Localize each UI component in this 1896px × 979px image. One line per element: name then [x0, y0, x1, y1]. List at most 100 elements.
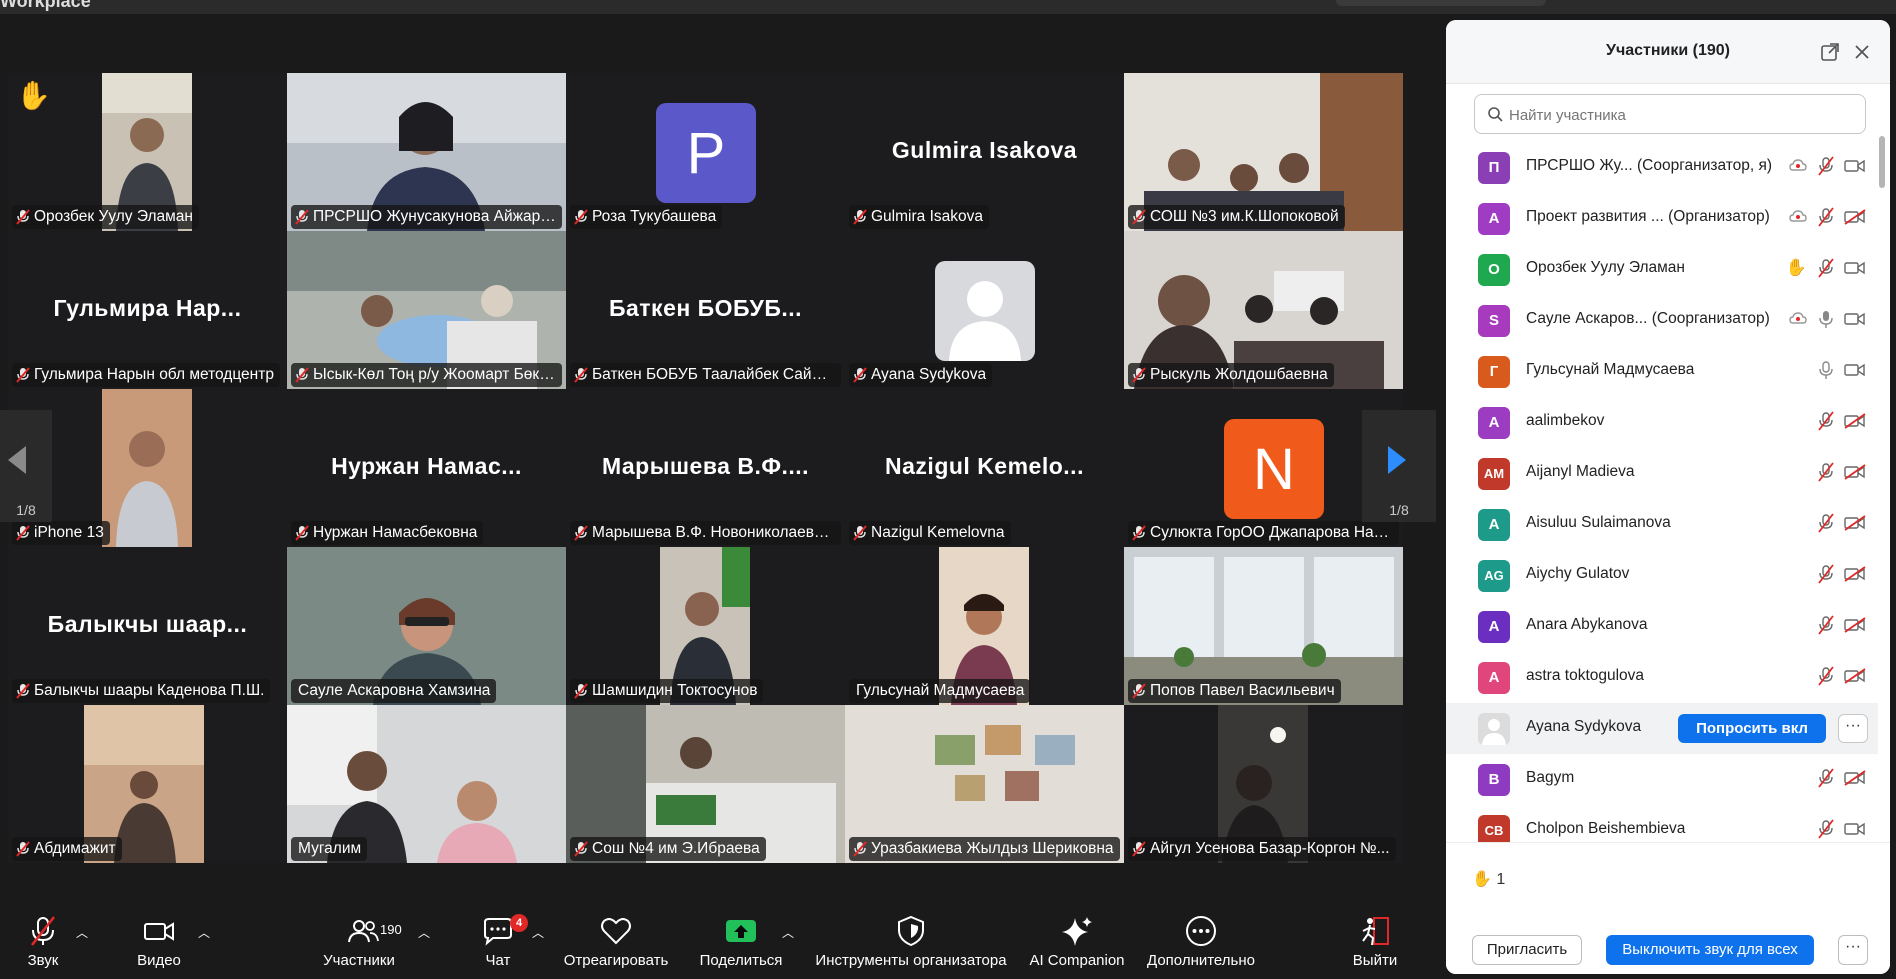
- video-camera-icon: [144, 922, 174, 941]
- search-input[interactable]: [1509, 104, 1849, 126]
- video-options-chevron-up-icon[interactable]: ︿: [198, 924, 210, 941]
- muted-mic-icon: [574, 367, 588, 383]
- react-button[interactable]: Отреагировать: [562, 914, 670, 976]
- participant-avatar: N: [1224, 419, 1324, 519]
- video-tile[interactable]: Ысык-Көл Тоң р/у Жоомарт Бөкө...: [287, 231, 566, 389]
- video-tile[interactable]: Нуржан Намас... Нуржан Намасбековна: [287, 389, 566, 547]
- cloud-recording-icon: [1789, 159, 1807, 171]
- ai-companion-button[interactable]: AI Companion: [1028, 914, 1126, 976]
- muted-mic-icon[interactable]: [1817, 258, 1834, 278]
- participant-role: (Организатор): [1668, 208, 1770, 225]
- video-tile[interactable]: Балыкчы шаар... Балыкчы шаары Каденова П…: [8, 547, 287, 705]
- video-tile[interactable]: СОШ №3 им.К.Шопоковой: [1124, 73, 1403, 231]
- more-button[interactable]: Дополнительно: [1144, 914, 1258, 976]
- panel-more-button[interactable]: ···: [1838, 935, 1868, 965]
- video-tile[interactable]: Шамшидин Токтосунов: [566, 547, 845, 705]
- next-page-button[interactable]: 1/8: [1362, 410, 1436, 522]
- participant-row[interactable]: П ПРСРШО Жу... (Соорганизатор, я): [1446, 142, 1878, 193]
- close-icon[interactable]: [1852, 42, 1872, 62]
- participant-row[interactable]: A astra toktogulova: [1446, 652, 1878, 703]
- previous-page-button[interactable]: 1/8: [0, 410, 52, 522]
- participant-row[interactable]: О Орозбек Уулу Эламан ✋: [1446, 244, 1878, 295]
- participants-options-chevron-up-icon[interactable]: ︿: [418, 924, 430, 941]
- participant-search[interactable]: [1474, 94, 1866, 134]
- video-tile[interactable]: Nazigul Kemelo... Nazigul Kemelovna: [845, 389, 1124, 547]
- participant-row[interactable]: CB Cholpon Beishembieva: [1446, 805, 1878, 842]
- video-tile[interactable]: Марышева В.Ф.... Марышева В.Ф. Новоникол…: [566, 389, 845, 547]
- muted-mic-icon[interactable]: [1817, 768, 1834, 788]
- audio-button[interactable]: Звук: [20, 914, 66, 976]
- video-tile[interactable]: Рыскуль Жолдошбаевна: [1124, 231, 1403, 389]
- participant-row[interactable]: A Aisuluu Sulaimanova: [1446, 499, 1878, 550]
- muted-mic-icon[interactable]: [1817, 156, 1834, 176]
- chat-options-chevron-up-icon[interactable]: ︿: [532, 924, 544, 941]
- video-off-icon[interactable]: [1844, 617, 1866, 633]
- participant-row[interactable]: AM Aijanyl Madieva: [1446, 448, 1878, 499]
- video-tile[interactable]: Gulmira Isakova Gulmira Isakova: [845, 73, 1124, 231]
- participant-avatar: П: [1478, 152, 1510, 184]
- participant-row[interactable]: A aalimbekov: [1446, 397, 1878, 448]
- share-screen-button[interactable]: Поделиться: [698, 914, 784, 976]
- audio-options-chevron-up-icon[interactable]: ︿: [76, 924, 88, 941]
- participant-row[interactable]: AG Aiychy Gulatov: [1446, 550, 1878, 601]
- video-tile[interactable]: Айгул Усенова Базар-Коргон №...: [1124, 705, 1403, 863]
- video-tile[interactable]: Сош №4 им Э.Ибраева: [566, 705, 845, 863]
- video-tile[interactable]: Гульмира Нар... Гульмира Нарын обл метод…: [8, 231, 287, 389]
- share-options-chevron-up-icon[interactable]: ︿: [782, 924, 794, 941]
- video-off-icon[interactable]: [1844, 413, 1866, 429]
- muted-mic-icon[interactable]: [1817, 564, 1834, 584]
- video-tile[interactable]: Гульсунай Мадмусаева: [845, 547, 1124, 705]
- video-tile[interactable]: ПРСРШО Жунусакунова Айжарк...: [287, 73, 566, 231]
- video-off-icon[interactable]: [1844, 209, 1866, 225]
- video-camera-icon[interactable]: [1844, 260, 1866, 276]
- participants-panel-header: Участники (190): [1446, 20, 1890, 84]
- leave-button[interactable]: Выйти: [1352, 914, 1398, 976]
- video-tile[interactable]: Мугалим: [287, 705, 566, 863]
- video-camera-icon[interactable]: [1844, 362, 1866, 378]
- participant-label: СОШ №3 им.К.Шопоковой: [1128, 205, 1345, 229]
- muted-mic-icon[interactable]: [1817, 819, 1834, 839]
- video-tile[interactable]: ✋ Орозбек Уулу Эламан: [8, 73, 287, 231]
- muted-mic-icon[interactable]: [1817, 615, 1834, 635]
- video-off-icon[interactable]: [1844, 668, 1866, 684]
- muted-mic-icon: [295, 525, 309, 541]
- muted-mic-icon[interactable]: [1817, 462, 1834, 482]
- video-camera-icon[interactable]: [1844, 158, 1866, 174]
- video-off-icon[interactable]: [1844, 770, 1866, 786]
- participant-row[interactable]: Ayana Sydykova Попросить вкл ···: [1446, 703, 1878, 754]
- muted-mic-icon[interactable]: [1817, 207, 1834, 227]
- muted-mic-icon[interactable]: [1817, 666, 1834, 686]
- host-tools-button[interactable]: Инструменты организатора: [812, 914, 1010, 976]
- muted-mic-icon[interactable]: [1817, 513, 1834, 533]
- video-off-icon[interactable]: [1844, 464, 1866, 480]
- video-tile[interactable]: Ayana Sydykova: [845, 231, 1124, 389]
- participant-avatar: Г: [1478, 356, 1510, 388]
- video-tile[interactable]: Попов Павел Васильевич: [1124, 547, 1403, 705]
- participant-more-button[interactable]: ···: [1838, 714, 1868, 743]
- mic-icon[interactable]: [1818, 309, 1834, 329]
- mute-all-button[interactable]: Выключить звук для всех: [1606, 935, 1814, 965]
- mic-icon[interactable]: [1818, 360, 1834, 380]
- participant-row[interactable]: A Anara Abykanova: [1446, 601, 1878, 652]
- ask-to-unmute-button[interactable]: Попросить вкл: [1678, 714, 1826, 743]
- participant-row[interactable]: B Bagym: [1446, 754, 1878, 805]
- participant-row[interactable]: S Сауле Аскаров... (Соорганизатор): [1446, 295, 1878, 346]
- invite-button[interactable]: Пригласить: [1472, 935, 1582, 965]
- video-tile[interactable]: P Роза Тукубашева: [566, 73, 845, 231]
- video-tile[interactable]: Баткен БОБУБ... Баткен БОБУБ Таалайбек С…: [566, 231, 845, 389]
- video-button[interactable]: Видео: [134, 914, 184, 976]
- video-tile[interactable]: Уразбакиева Жылдыз Шериковна: [845, 705, 1124, 863]
- video-camera-icon[interactable]: [1844, 311, 1866, 327]
- muted-mic-icon[interactable]: [1817, 411, 1834, 431]
- scrollbar-thumb[interactable]: [1879, 136, 1885, 188]
- video-tile-active-speaker[interactable]: Сауле Аскаровна Хамзина: [287, 547, 566, 705]
- video-camera-icon[interactable]: [1844, 821, 1866, 837]
- participant-row[interactable]: А Проект развития ... (Организатор): [1446, 193, 1878, 244]
- video-off-icon[interactable]: [1844, 515, 1866, 531]
- pop-out-icon[interactable]: [1820, 42, 1840, 62]
- participant-list-scrollbar[interactable]: [1878, 132, 1886, 712]
- video-off-icon[interactable]: [1844, 566, 1866, 582]
- muted-mic-icon: [1132, 525, 1146, 541]
- video-tile[interactable]: Абдимажит: [8, 705, 287, 863]
- participant-row[interactable]: Г Гульсунай Мадмусаева: [1446, 346, 1878, 397]
